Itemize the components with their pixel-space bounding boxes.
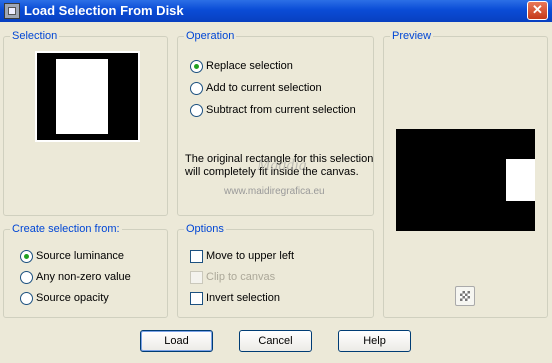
close-button[interactable]: ✕ [527,1,548,20]
clip-to-canvas-label[interactable]: Clip to canvas [206,271,275,283]
add-selection-radio[interactable] [190,82,203,95]
replace-selection-radio[interactable] [190,60,203,73]
options-legend: Options [184,223,226,235]
preview-selection-area [506,159,535,201]
cancel-button[interactable]: Cancel [239,330,312,352]
invert-selection-checkbox[interactable] [190,292,203,305]
any-nonzero-radio[interactable] [20,271,33,284]
selection-thumbnail[interactable] [35,51,140,142]
operation-legend: Operation [184,30,237,42]
transparency-checker-icon[interactable] [455,286,475,306]
any-nonzero-label[interactable]: Any non-zero value [36,271,131,283]
subtract-selection-radio[interactable] [190,104,203,117]
invert-selection-label[interactable]: Invert selection [206,292,280,304]
preview-legend: Preview [390,30,434,42]
move-upper-left-checkbox[interactable] [190,250,203,263]
help-button[interactable]: Help [338,330,411,352]
source-opacity-radio[interactable] [20,292,33,305]
title-bar[interactable]: Load Selection From Disk ✕ [0,0,552,22]
selection-legend: Selection [10,30,60,42]
watermark-name: Maddia [257,157,307,174]
window-title: Load Selection From Disk [24,3,184,18]
source-opacity-label[interactable]: Source opacity [36,292,109,304]
create-from-legend: Create selection from: [10,223,122,235]
source-luminance-label[interactable]: Source luminance [36,250,124,262]
load-button[interactable]: Load [140,330,213,352]
subtract-selection-label[interactable]: Subtract from current selection [206,104,356,116]
clip-to-canvas-checkbox[interactable] [190,271,203,284]
add-selection-label[interactable]: Add to current selection [206,82,322,94]
move-upper-left-label[interactable]: Move to upper left [206,250,294,262]
watermark-url: www.maidiregrafica.eu [224,186,325,197]
replace-selection-label[interactable]: Replace selection [206,60,293,72]
source-luminance-radio[interactable] [20,250,33,263]
preview-canvas [396,129,535,231]
app-icon [4,3,20,19]
thumbnail-white-area [56,59,108,134]
